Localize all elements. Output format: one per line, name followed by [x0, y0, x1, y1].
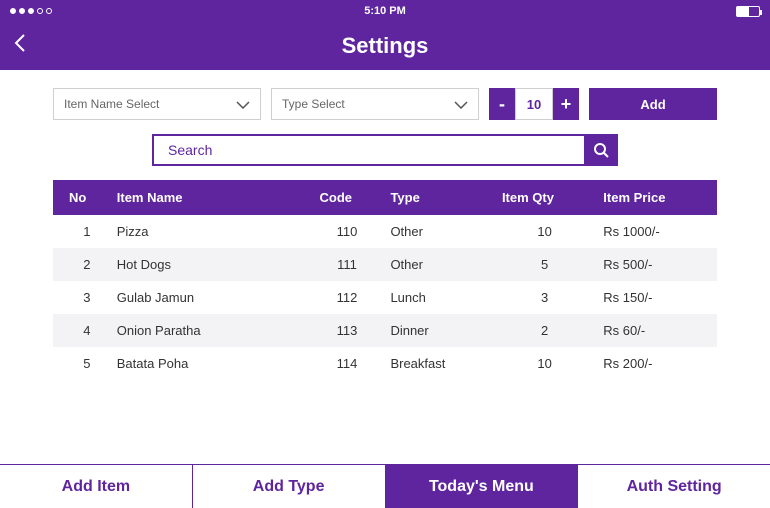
quantity-stepper: - + [489, 88, 579, 120]
qty-increment-button[interactable]: + [553, 88, 579, 120]
search-button[interactable] [584, 134, 618, 166]
items-table: No Item Name Code Type Item Qty Item Pri… [53, 180, 717, 380]
tab-add-item[interactable]: Add Item [0, 465, 193, 508]
table-row[interactable]: 4Onion Paratha113Dinner2Rs 60/- [53, 314, 717, 347]
cell-name: Gulab Jamun [109, 281, 312, 314]
cell-qty: 3 [494, 281, 595, 314]
cell-qty: 10 [494, 215, 595, 248]
cell-code: 114 [311, 347, 382, 380]
table-row[interactable]: 1Pizza110Other10Rs 1000/- [53, 215, 717, 248]
cell-type: Dinner [382, 314, 494, 347]
chevron-down-icon [236, 96, 250, 112]
col-header-code: Code [311, 180, 382, 215]
tab-todays-menu[interactable]: Today's Menu [386, 465, 579, 508]
cell-name: Batata Poha [109, 347, 312, 380]
cell-no: 2 [53, 248, 109, 281]
table-row[interactable]: 2Hot Dogs111Other5Rs 500/- [53, 248, 717, 281]
cell-no: 4 [53, 314, 109, 347]
cell-no: 1 [53, 215, 109, 248]
title-bar: Settings [0, 22, 770, 70]
add-button[interactable]: Add [589, 88, 717, 120]
chevron-down-icon [454, 96, 468, 112]
col-header-price: Item Price [595, 180, 717, 215]
cell-price: Rs 1000/- [595, 215, 717, 248]
col-header-name: Item Name [109, 180, 312, 215]
cell-code: 113 [311, 314, 382, 347]
item-name-select-label: Item Name Select [64, 97, 159, 111]
search-input[interactable] [152, 134, 584, 166]
cell-type: Other [382, 215, 494, 248]
cell-price: Rs 500/- [595, 248, 717, 281]
tab-add-type[interactable]: Add Type [193, 465, 386, 508]
search-icon [593, 142, 609, 158]
cell-price: Rs 60/- [595, 314, 717, 347]
table-row[interactable]: 5Batata Poha114Breakfast10Rs 200/- [53, 347, 717, 380]
cell-price: Rs 150/- [595, 281, 717, 314]
item-name-select[interactable]: Item Name Select [53, 88, 261, 120]
table-row[interactable]: 3Gulab Jamun112Lunch3Rs 150/- [53, 281, 717, 314]
cell-type: Breakfast [382, 347, 494, 380]
cell-code: 111 [311, 248, 382, 281]
cell-name: Pizza [109, 215, 312, 248]
col-header-qty: Item Qty [494, 180, 595, 215]
cell-price: Rs 200/- [595, 347, 717, 380]
cell-qty: 10 [494, 347, 595, 380]
cell-qty: 2 [494, 314, 595, 347]
cell-type: Lunch [382, 281, 494, 314]
table-header-row: No Item Name Code Type Item Qty Item Pri… [53, 180, 717, 215]
type-select-label: Type Select [282, 97, 345, 111]
qty-input[interactable] [515, 88, 553, 120]
cell-code: 112 [311, 281, 382, 314]
cell-name: Onion Paratha [109, 314, 312, 347]
cell-name: Hot Dogs [109, 248, 312, 281]
status-bar: 5:10 PM [0, 0, 770, 22]
cell-qty: 5 [494, 248, 595, 281]
tab-auth-setting[interactable]: Auth Setting [578, 465, 770, 508]
col-header-no: No [53, 180, 109, 215]
cell-code: 110 [311, 215, 382, 248]
qty-decrement-button[interactable]: - [489, 88, 515, 120]
battery-icon [736, 6, 760, 17]
type-select[interactable]: Type Select [271, 88, 479, 120]
cell-type: Other [382, 248, 494, 281]
cell-no: 3 [53, 281, 109, 314]
col-header-type: Type [382, 180, 494, 215]
cell-no: 5 [53, 347, 109, 380]
status-time: 5:10 PM [260, 5, 510, 17]
signal-dots [10, 8, 260, 14]
page-title: Settings [0, 33, 770, 59]
bottom-tab-bar: Add Item Add Type Today's Menu Auth Sett… [0, 464, 770, 508]
